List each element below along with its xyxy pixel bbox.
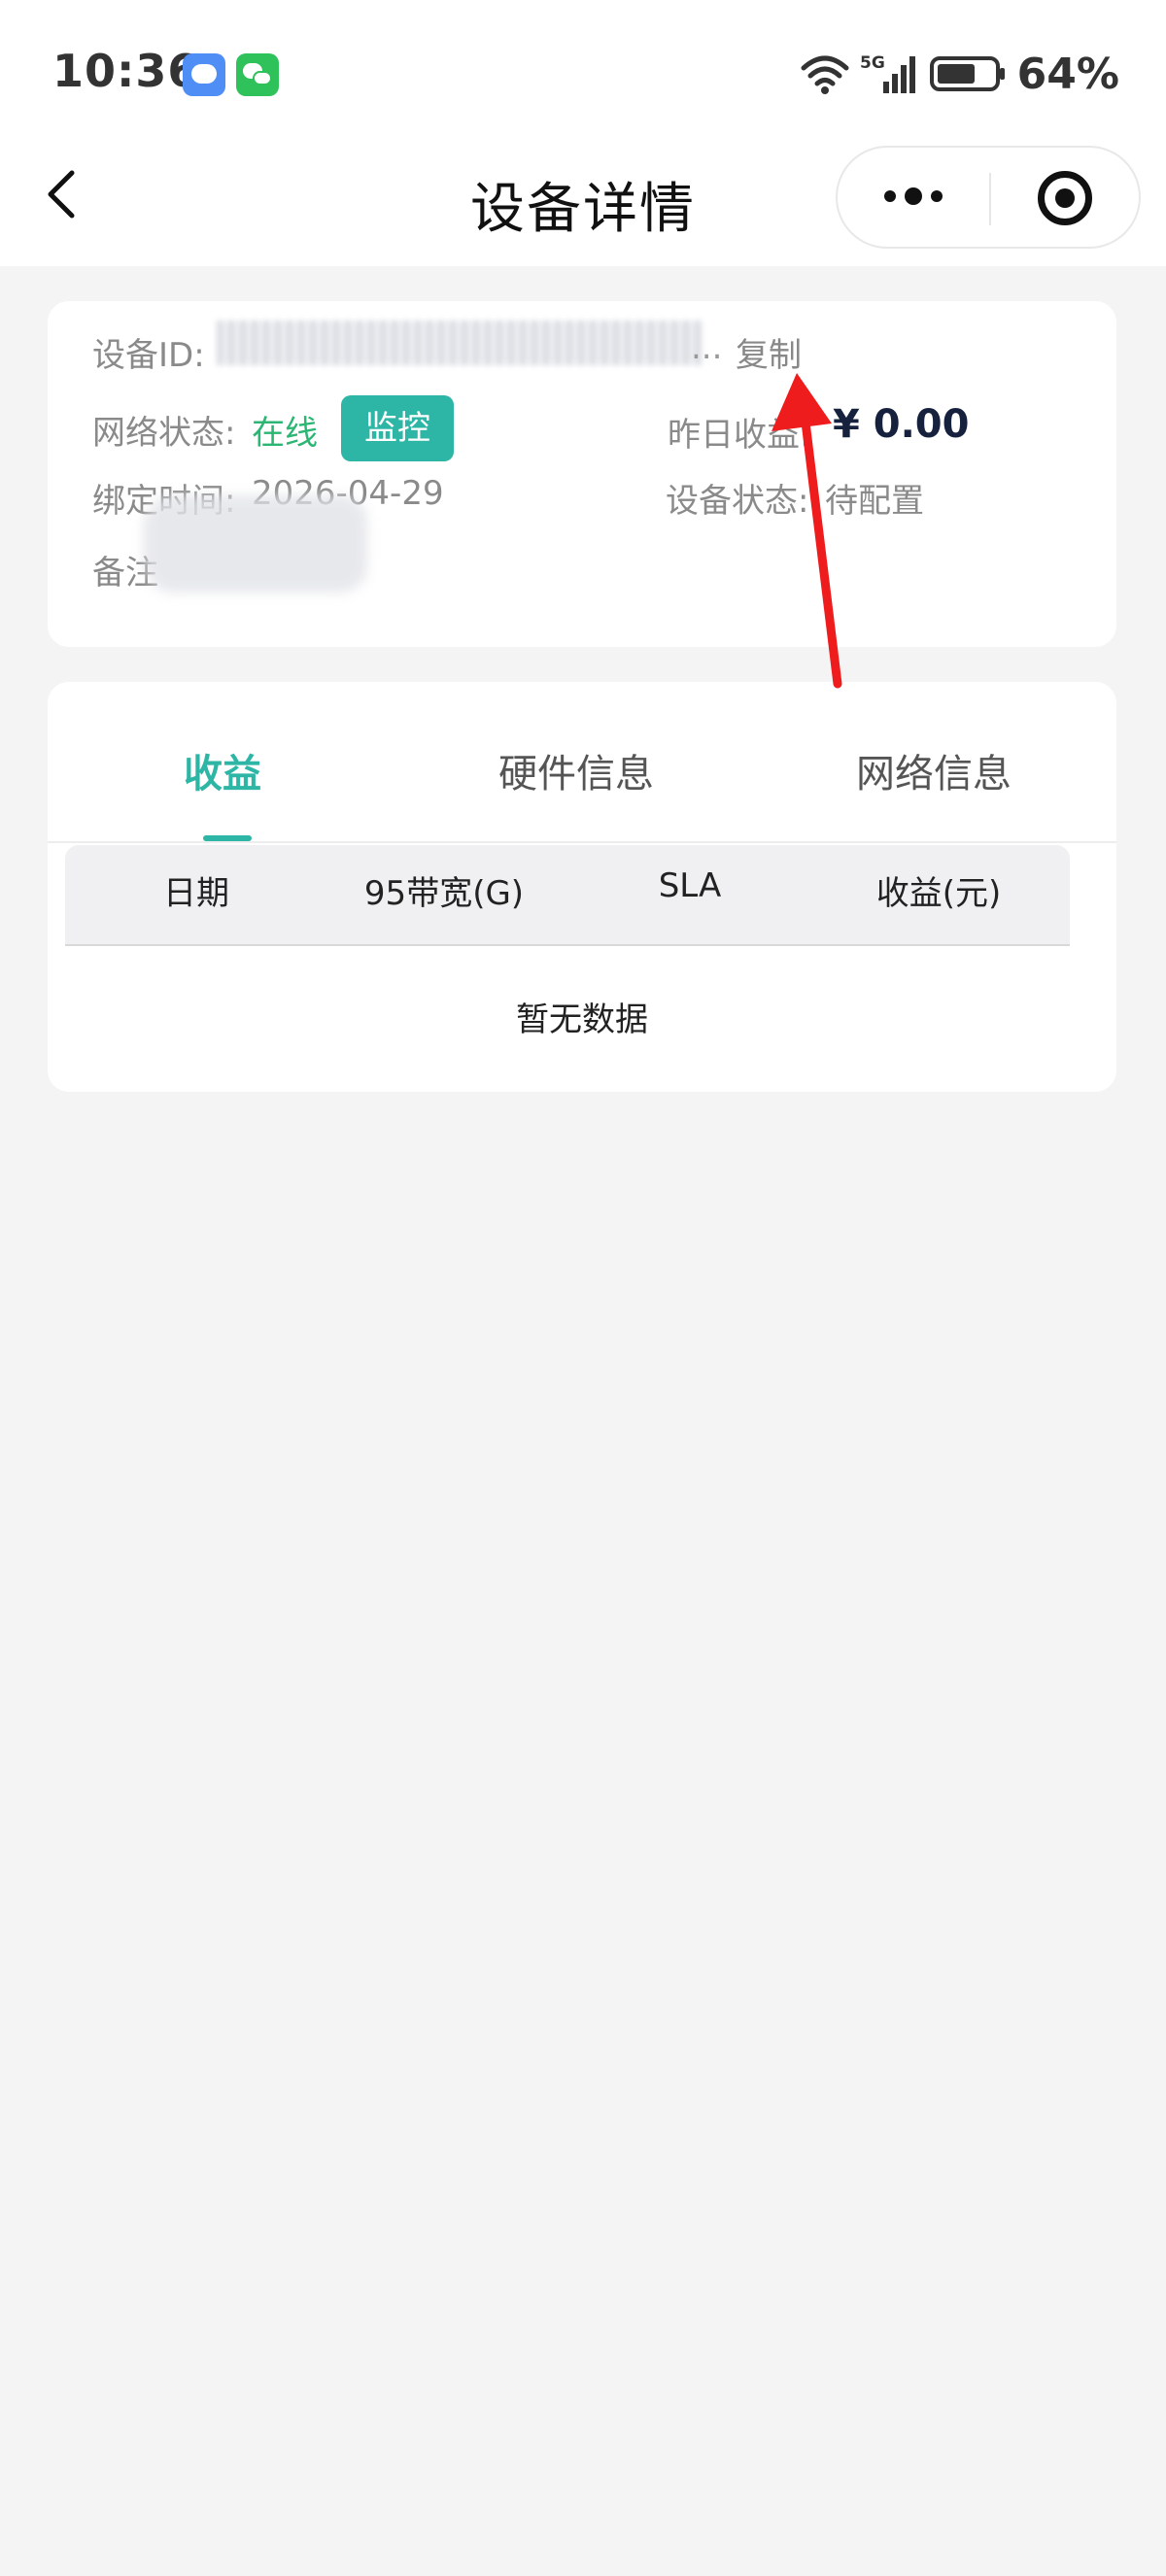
remark-value-redacted [145,495,368,593]
network-status-label: 网络状态: [92,414,236,453]
nav-bar: 设备详情 [0,126,1166,266]
signal-icon: 5G [860,53,915,93]
network-status-value: 在线 [252,414,318,453]
network-type-label: 5G [860,53,885,73]
wechat-icon [236,53,279,96]
tab-panel-card: 收益 硬件信息 网络信息 日期 95带宽(G) SLA 收益(元) 暂无数据 [48,682,1116,1092]
device-id-value-redacted [217,321,703,365]
status-bar: 10:36 5G 64% [0,0,1166,146]
tab-divider [48,841,1116,843]
device-id-label: 设备ID: [92,336,205,375]
status-indicators: 5G 64% [800,45,1119,103]
column-header-income: 收益(元) [875,874,1002,913]
column-header-bandwidth: 95带宽(G) [363,874,525,913]
device-info-card: 设备ID: ... 复制 网络状态: 在线 监控 昨日收益: ¥ 0.00 绑定… [48,301,1116,647]
battery-icon [929,56,1005,91]
status-time: 10:36 [52,45,200,97]
annotation-arrow-icon [772,373,842,689]
table-header: 日期 95带宽(G) SLA 收益(元) [65,845,1070,946]
tab-income[interactable]: 收益 [184,742,261,798]
wifi-icon [801,55,849,94]
target-circle-icon[interactable] [991,148,1141,247]
mini-program-capsule [836,146,1141,249]
more-dots-icon[interactable] [838,148,989,247]
message-app-icon [183,53,225,96]
column-header-date: 日期 [163,874,229,913]
device-id-ellipsis: ... [691,328,723,367]
tab-network-info[interactable]: 网络信息 [856,742,1012,798]
column-header-sla: SLA [658,866,722,905]
empty-state-text: 暂无数据 [516,1000,648,1039]
battery-percent: 64% [1016,49,1119,99]
tab-hardware-info[interactable]: 硬件信息 [498,742,654,798]
monitor-button[interactable]: 监控 [341,395,454,461]
